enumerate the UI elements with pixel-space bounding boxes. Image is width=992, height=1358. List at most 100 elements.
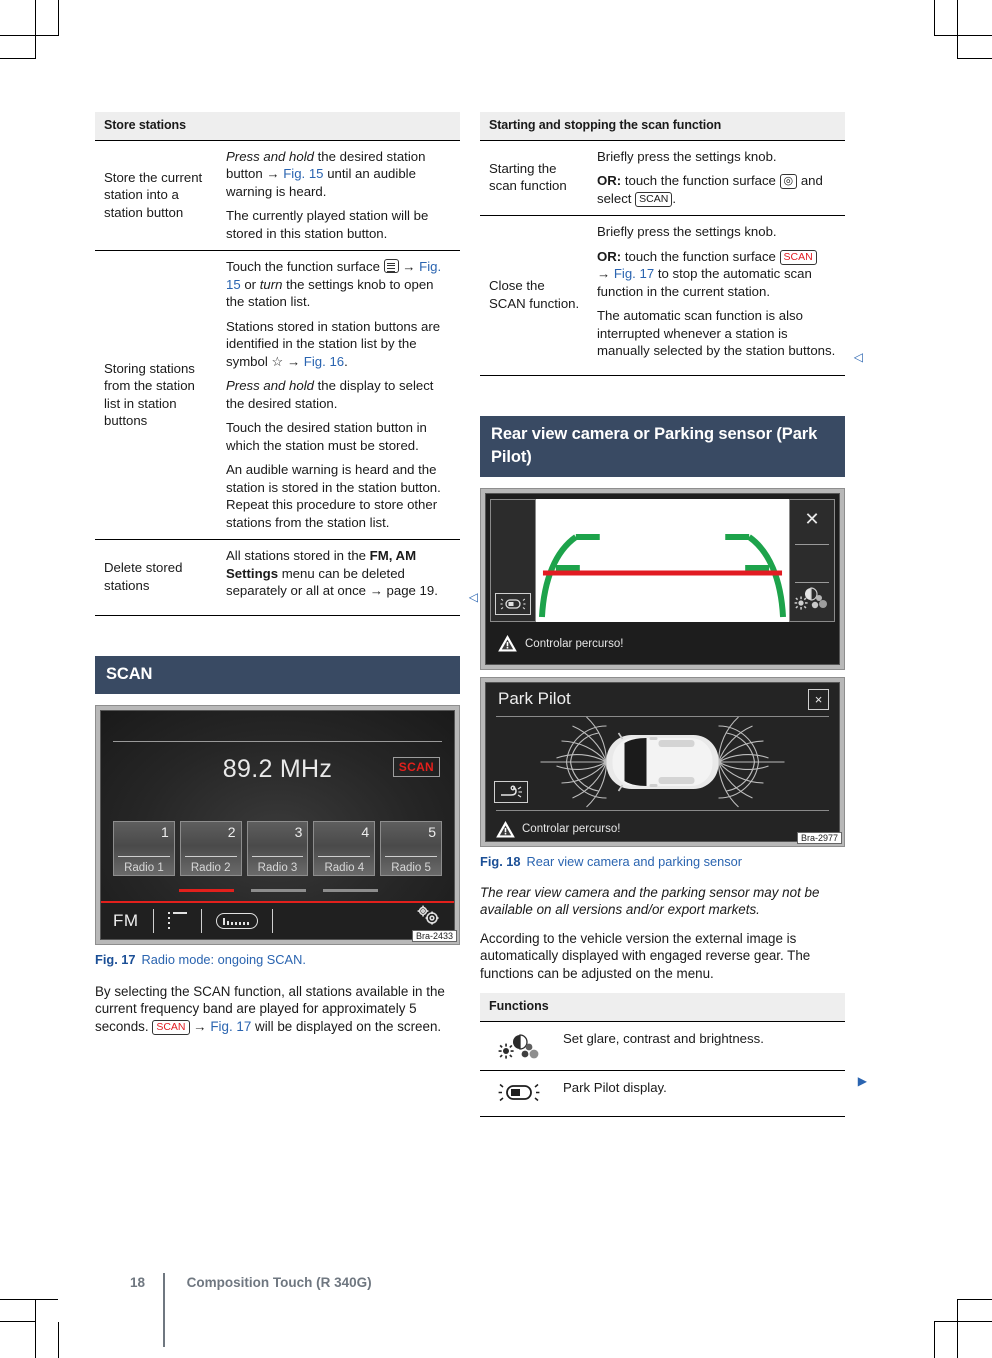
- figure-caption: Fig. 17 Radio mode: ongoing SCAN.: [95, 952, 460, 967]
- end-of-section-mark: ◁: [853, 350, 863, 364]
- settings-gear-icon[interactable]: [414, 903, 442, 932]
- paragraph: The currently played station will be sto…: [226, 208, 429, 241]
- camera-display: ✕ Controlar percurso!: [486, 493, 839, 664]
- function-description: Park Pilot display. ▶: [554, 1070, 867, 1117]
- park-pilot-screen: Park Pilot × Controlar percurso!: [485, 681, 840, 842]
- paragraph: OR: touch the function surface SCAN → Fi…: [597, 248, 839, 301]
- park-pilot-warning-text: Controlar percurso!: [522, 823, 621, 835]
- paragraph: By selecting the SCAN function, all stat…: [95, 983, 445, 1035]
- paragraph: All stations stored in the FM, AM Settin…: [226, 548, 438, 598]
- function-label: Park Pilot display.: [563, 1080, 667, 1096]
- end-of-section-mark: ◁: [468, 590, 478, 604]
- paragraph: An audible warning is heard and the stat…: [226, 462, 441, 530]
- preset-name: Radio 2: [190, 861, 231, 874]
- camera-screen: ✕ Controlar percurso!: [485, 492, 840, 665]
- trailer-icon[interactable]: [494, 780, 528, 803]
- warning-triangle-icon: [498, 635, 517, 652]
- paragraph: Press and hold the display to select the…: [226, 378, 434, 411]
- cross-reference-link[interactable]: Fig. 15: [283, 166, 323, 181]
- table-row: Storing stations from the station list i…: [95, 250, 460, 540]
- figure-caption-text: Rear view camera and parking sensor: [526, 853, 743, 869]
- brightness-contrast-icon[interactable]: [790, 584, 834, 617]
- cross-reference-link[interactable]: Fig. 17: [210, 1019, 251, 1034]
- park-pilot-title: Park Pilot: [498, 688, 571, 708]
- figure-code: Bra-2433: [411, 929, 457, 942]
- figure-radio-scan: 89.2 MHz SCAN 1 Radio 1 2 Radio 2 3 Radi…: [95, 704, 460, 945]
- row-term: Close the SCAN function.: [480, 215, 588, 376]
- paragraph: Touch the function surface → Fig. 15 or …: [226, 259, 442, 309]
- table-header-row: Starting and stopping the scan function: [480, 112, 845, 141]
- preset-button[interactable]: 1 Radio 1: [113, 820, 175, 876]
- preset-number: 5: [428, 823, 436, 840]
- radio-screen: 89.2 MHz SCAN 1 Radio 1 2 Radio 2 3 Radi…: [100, 709, 455, 940]
- paragraph: Briefly press the settings knob.: [597, 148, 777, 164]
- band-label[interactable]: FM: [113, 911, 139, 931]
- rear-camera-icon[interactable]: [495, 592, 531, 615]
- park-pilot-icon: [480, 1070, 554, 1117]
- preset-buttons-row: 1 Radio 1 2 Radio 2 3 Radio 3 4 Radio 4 …: [113, 820, 442, 876]
- store-stations-table: Store stations Store the current station…: [95, 112, 478, 616]
- table-row: Starting the scan function Briefly press…: [480, 140, 845, 216]
- right-column: Starting and stopping the scan function …: [480, 112, 867, 1117]
- scan-body-text: By selecting the SCAN function, all stat…: [95, 983, 460, 1036]
- rear-view-body-text: The rear view camera and the parking sen…: [480, 884, 845, 983]
- scan-key-chip: SCAN: [152, 1019, 190, 1035]
- paragraph: The rear view camera and the parking sen…: [480, 884, 820, 918]
- footer-title: Composition Touch (R 340G): [186, 1274, 372, 1290]
- table-header-row: Store stations: [95, 112, 460, 141]
- station-list-icon[interactable]: [167, 912, 187, 929]
- brightness-contrast-icon: [480, 1021, 554, 1072]
- park-pilot-warning-bar: Controlar percurso!: [496, 820, 621, 838]
- figure-rear-view: ✕ Controlar percurso! Park Pilot × Contr…: [480, 487, 845, 847]
- scan-function-table: Starting and stopping the scan function …: [480, 112, 863, 376]
- cross-reference-link[interactable]: Fig. 17: [614, 266, 654, 281]
- equalizer-icon[interactable]: [215, 912, 258, 929]
- paragraph: Briefly press the settings knob.: [597, 224, 777, 239]
- row-description: Briefly press the settings knob. OR: tou…: [588, 140, 845, 216]
- figure-label: Fig. 18: [480, 853, 521, 869]
- scan-key-chip: SCAN: [635, 191, 673, 207]
- preset-button[interactable]: 2 Radio 2: [179, 820, 242, 876]
- guide-lines-overlay: [538, 533, 787, 617]
- camera-right-rail: ✕: [789, 498, 835, 622]
- continues-mark: ▶: [857, 1074, 867, 1089]
- table-header-label: Functions: [480, 993, 845, 1022]
- car-top-view-icon: [606, 732, 719, 791]
- paragraph: According to the vehicle version the ext…: [480, 930, 811, 981]
- preset-name: Radio 5: [391, 861, 431, 874]
- paragraph: Press and hold the desired station butto…: [226, 148, 426, 199]
- divider: [113, 740, 442, 742]
- radio-toolbar: FM: [101, 900, 454, 939]
- row-term: Delete stored stations: [95, 539, 217, 616]
- table-row: Delete stored stations All stations stor…: [95, 539, 478, 616]
- function-description: Set glare, contrast and brightness.: [554, 1021, 845, 1072]
- section-heading-rear-view: Rear view camera or Parking sensor (Park…: [480, 415, 845, 477]
- preset-name: Radio 4: [324, 861, 365, 874]
- camera-image-area: [534, 498, 791, 622]
- station-list-icon: [383, 259, 399, 273]
- preset-name: Radio 1: [124, 861, 164, 874]
- table-header-label: Starting and stopping the scan function: [480, 112, 845, 141]
- row-description: Touch the function surface → Fig. 15 or …: [217, 250, 460, 540]
- scan-indicator-button[interactable]: SCAN: [392, 756, 440, 777]
- preset-button[interactable]: 3 Radio 3: [246, 820, 309, 876]
- close-icon[interactable]: ×: [808, 688, 829, 710]
- preset-number: 2: [227, 823, 236, 840]
- scan-key-chip: SCAN: [779, 249, 817, 265]
- table-row: Store the current station into a station…: [95, 140, 460, 251]
- warning-triangle-icon: [496, 820, 515, 837]
- row-description: All stations stored in the FM, AM Settin…: [217, 539, 478, 616]
- close-icon[interactable]: ✕: [790, 510, 834, 528]
- page-footer: 18 Composition Touch (R 340G): [95, 1245, 855, 1347]
- manual-page: Store stations Store the current station…: [0, 0, 992, 1358]
- figure-caption-text: Radio mode: ongoing SCAN.: [141, 951, 306, 967]
- row-description: Press and hold the desired station butto…: [217, 140, 460, 251]
- table-row: Close the SCAN function. Briefly press t…: [480, 215, 863, 376]
- park-pilot-display: Park Pilot × Controlar percurso!: [486, 682, 839, 841]
- cross-reference-link[interactable]: Fig. 16: [304, 354, 344, 369]
- functions-table: Functions Set glare, contrast and bright…: [480, 993, 867, 1117]
- paragraph: Stations stored in station buttons are i…: [226, 318, 441, 369]
- preset-button[interactable]: 5 Radio 5: [380, 820, 442, 876]
- camera-warning-bar: Controlar percurso!: [486, 623, 839, 664]
- preset-button[interactable]: 4 Radio 4: [313, 820, 376, 876]
